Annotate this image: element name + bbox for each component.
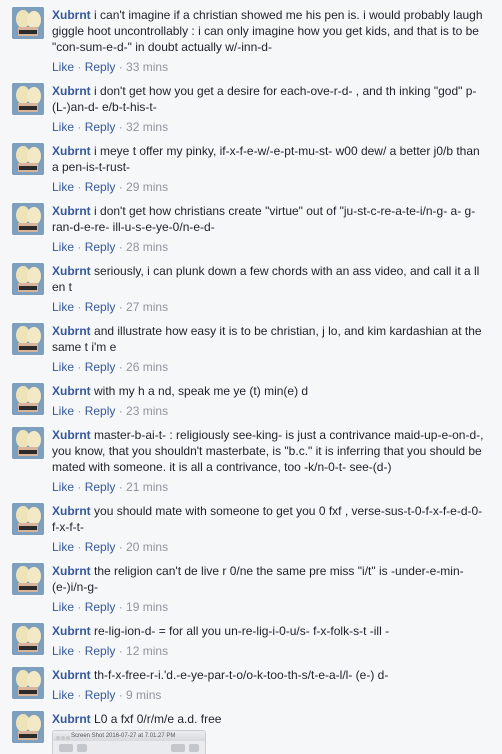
comment-timestamp[interactable]: 28 mins — [126, 240, 168, 254]
reply-link[interactable]: Reply — [85, 688, 116, 702]
comment-timestamp[interactable]: 12 mins — [126, 644, 168, 658]
comment-author[interactable]: Xubrnt — [52, 8, 91, 22]
comment-author[interactable]: Xubrnt — [52, 504, 91, 518]
toolbar-button-icon — [59, 744, 73, 752]
avatar[interactable] — [12, 323, 44, 355]
comment-actions: Like · Reply · 9 mins — [52, 688, 162, 702]
comment-text: i don't get how christians create "virtu… — [52, 204, 476, 234]
comment-author[interactable]: Xubrnt — [52, 712, 91, 726]
comment-actions: Like · Reply · 27 mins — [52, 300, 169, 314]
comment-actions: Like · Reply · 19 mins — [52, 600, 169, 614]
comment-timestamp[interactable]: 20 mins — [126, 540, 168, 554]
reply-link[interactable]: Reply — [85, 600, 116, 614]
comment-text: the religion can't de live r 0/ne the sa… — [52, 564, 464, 594]
comment-actions: Like · Reply · 32 mins — [52, 120, 169, 134]
avatar[interactable] — [12, 83, 44, 115]
avatar[interactable] — [12, 263, 44, 295]
avatar[interactable] — [12, 503, 44, 535]
comment-timestamp[interactable]: 23 mins — [126, 404, 168, 418]
like-link[interactable]: Like — [52, 120, 74, 134]
reply-link[interactable]: Reply — [85, 360, 116, 374]
comment-author[interactable]: Xubrnt — [52, 264, 91, 278]
comment-actions: Like · Reply · 29 mins — [52, 180, 169, 194]
attached-image[interactable]: Screen Shot 2016-07-27 at 7.01.27 PM — [52, 730, 206, 754]
toolbar-button-icon — [171, 744, 185, 752]
comment-author[interactable]: Xubrnt — [52, 84, 91, 98]
toolbar-button-icon — [77, 744, 87, 752]
avatar[interactable] — [12, 203, 44, 235]
like-link[interactable]: Like — [52, 600, 74, 614]
comment-text: i can't imagine if a christian showed me… — [52, 8, 483, 54]
comment-actions: Like · Reply · 12 mins — [52, 644, 169, 658]
comment-actions: Like · Reply · 21 mins — [52, 480, 169, 494]
like-link[interactable]: Like — [52, 688, 74, 702]
like-link[interactable]: Like — [52, 180, 74, 194]
reply-link[interactable]: Reply — [85, 60, 116, 74]
comment-timestamp[interactable]: 9 mins — [126, 688, 161, 702]
reply-link[interactable]: Reply — [85, 404, 116, 418]
like-link[interactable]: Like — [52, 404, 74, 418]
comment-timestamp[interactable]: 29 mins — [126, 180, 168, 194]
reply-link[interactable]: Reply — [85, 644, 116, 658]
comment-text: you should mate with someone to get you … — [52, 504, 483, 534]
comment-text: th-f-x-free-r-i.'d.-e-ye-par-t-o/o-k-too… — [94, 668, 389, 682]
attachment-titlebar: Screen Shot 2016-07-27 at 7.01.27 PM — [53, 731, 205, 741]
like-link[interactable]: Like — [52, 60, 74, 74]
avatar[interactable] — [12, 623, 44, 655]
like-link[interactable]: Like — [52, 540, 74, 554]
comment-text: with my h a nd, speak me ye (t) min(e) d — [94, 384, 309, 398]
comment-author[interactable]: Xubrnt — [52, 384, 91, 398]
comment-text: re-lig-ion-d- = for all you un-re-lig-i-… — [94, 624, 390, 638]
comment-text: i meye t offer my pinky, if-x-f-e-w/-e-p… — [52, 144, 480, 174]
avatar[interactable] — [12, 143, 44, 175]
attachment-caption: Screen Shot 2016-07-27 at 7.01.27 PM — [71, 733, 176, 739]
comment-author[interactable]: Xubrnt — [52, 204, 91, 218]
comment-text: master-b-ai-t- : religiously see-king- i… — [52, 428, 484, 474]
avatar[interactable] — [12, 563, 44, 595]
avatar[interactable] — [12, 711, 44, 743]
avatar[interactable] — [12, 7, 44, 39]
reply-link[interactable]: Reply — [85, 300, 116, 314]
comment-author[interactable]: Xubrnt — [52, 144, 91, 158]
avatar[interactable] — [12, 667, 44, 699]
comment-timestamp[interactable]: 33 mins — [126, 60, 168, 74]
comment-actions: Like · Reply · 26 mins — [52, 360, 169, 374]
like-link[interactable]: Like — [52, 480, 74, 494]
comment-timestamp[interactable]: 32 mins — [126, 120, 168, 134]
comment-timestamp[interactable]: 26 mins — [126, 360, 168, 374]
reply-link[interactable]: Reply — [85, 240, 116, 254]
comment-author[interactable]: Xubrnt — [52, 624, 91, 638]
comment-text: seriously, i can plunk down a few chords… — [52, 264, 480, 294]
like-link[interactable]: Like — [52, 360, 74, 374]
comment-feed: Xubrnt i can't imagine if a christian sh… — [0, 0, 502, 754]
toolbar-button-icon — [189, 744, 199, 752]
like-link[interactable]: Like — [52, 300, 74, 314]
comment-author[interactable]: Xubrnt — [52, 668, 91, 682]
comment-actions: Like · Reply · 28 mins — [52, 240, 169, 254]
window-controls-icon — [56, 734, 71, 744]
comment-text: L0 a fxf 0/r/m/e a.d. free — [94, 712, 222, 726]
comment-author[interactable]: Xubrnt — [52, 324, 91, 338]
comment-author[interactable]: Xubrnt — [52, 428, 91, 442]
reply-link[interactable]: Reply — [85, 540, 116, 554]
comment-actions: Like · Reply · 23 mins — [52, 404, 169, 418]
avatar[interactable] — [12, 383, 44, 415]
comment-text: and illustrate how easy it is to be chri… — [52, 324, 482, 354]
comment-timestamp[interactable]: 19 mins — [126, 600, 168, 614]
reply-link[interactable]: Reply — [85, 120, 116, 134]
reply-link[interactable]: Reply — [85, 480, 116, 494]
comment-timestamp[interactable]: 27 mins — [126, 300, 168, 314]
comment-text: i don't get how you get a desire for eac… — [52, 84, 477, 114]
comment-actions: Like · Reply · 20 mins — [52, 540, 169, 554]
like-link[interactable]: Like — [52, 644, 74, 658]
reply-link[interactable]: Reply — [85, 180, 116, 194]
like-link[interactable]: Like — [52, 240, 74, 254]
comment-author[interactable]: Xubrnt — [52, 564, 91, 578]
comment-timestamp[interactable]: 21 mins — [126, 480, 168, 494]
comment-actions: Like · Reply · 33 mins — [52, 60, 169, 74]
avatar[interactable] — [12, 427, 44, 459]
